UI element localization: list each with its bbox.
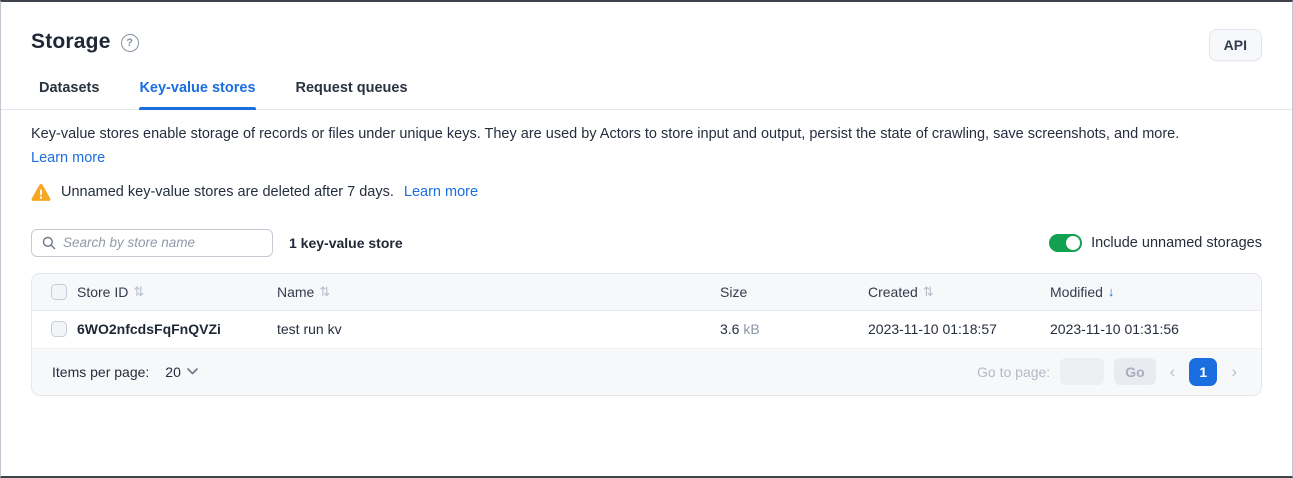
table-footer: Items per page: 20 Go to page: Go ‹ 1 › [32, 349, 1261, 395]
column-header-size: Size [720, 284, 868, 300]
prev-page-icon[interactable]: ‹ [1166, 362, 1180, 382]
api-button[interactable]: API [1209, 29, 1262, 61]
row-checkbox[interactable] [51, 321, 67, 337]
description-text: Key-value stores enable storage of recor… [31, 126, 1179, 142]
go-button[interactable]: Go [1114, 358, 1155, 385]
tab-request-queues[interactable]: Request queues [296, 80, 408, 109]
goto-page-input[interactable] [1060, 358, 1104, 385]
column-header-modified[interactable]: Modified ↓ [1050, 284, 1261, 300]
sort-desc-icon[interactable]: ↓ [1108, 284, 1115, 299]
description-learn-more-link[interactable]: Learn more [31, 147, 105, 169]
table-row[interactable]: 6WO2nfcdsFqFnQVZi test run kv 3.6 kB 202… [32, 311, 1261, 349]
toggle-knob [1066, 236, 1080, 250]
storage-page: Storage ? API Datasets Key-value stores … [0, 0, 1293, 478]
select-all-checkbox[interactable] [51, 284, 67, 300]
store-name: test run kv [277, 321, 720, 337]
page-1-button[interactable]: 1 [1189, 358, 1217, 386]
search-input[interactable] [63, 235, 262, 250]
sort-icon[interactable]: ⇅ [133, 284, 144, 300]
stores-table: Store ID ⇅ Name ⇅ Size Created ⇅ Modifie… [31, 273, 1262, 396]
store-size: 3.6 kB [720, 321, 868, 337]
tab-bar: Datasets Key-value stores Request queues [1, 54, 1292, 110]
toggle-label: Include unnamed storages [1091, 235, 1262, 251]
store-id-link[interactable]: 6WO2nfcdsFqFnQVZi [77, 321, 277, 337]
table-header-row: Store ID ⇅ Name ⇅ Size Created ⇅ Modifie… [32, 274, 1261, 311]
warning-learn-more-link[interactable]: Learn more [404, 184, 478, 200]
chevron-down-icon [187, 368, 198, 375]
column-header-created[interactable]: Created ⇅ [868, 284, 1050, 300]
toggle-switch-on[interactable] [1049, 234, 1082, 252]
column-header-name[interactable]: Name ⇅ [277, 284, 720, 300]
store-modified: 2023-11-10 01:31:56 [1050, 321, 1261, 337]
next-page-icon[interactable]: › [1227, 362, 1241, 382]
warning-text: Unnamed key-value stores are deleted aft… [61, 184, 394, 200]
warning-icon [31, 183, 51, 202]
page-title: Storage [31, 30, 111, 54]
description: Key-value stores enable storage of recor… [31, 123, 1262, 170]
pagination: Go to page: Go ‹ 1 › [977, 358, 1241, 386]
items-per-page-label: Items per page: [52, 364, 149, 380]
tab-datasets[interactable]: Datasets [39, 80, 99, 109]
include-unnamed-toggle-wrap[interactable]: Include unnamed storages [1049, 234, 1262, 252]
search-box[interactable] [31, 229, 273, 257]
warning-banner: Unnamed key-value stores are deleted aft… [31, 183, 1262, 202]
controls-row: 1 key-value store Include unnamed storag… [31, 229, 1262, 257]
goto-page-label: Go to page: [977, 364, 1050, 380]
store-count: 1 key-value store [289, 235, 403, 251]
column-header-store-id[interactable]: Store ID ⇅ [77, 284, 277, 300]
help-icon[interactable]: ? [121, 34, 139, 52]
tab-key-value-stores[interactable]: Key-value stores [139, 80, 255, 109]
search-icon [42, 236, 56, 250]
store-created: 2023-11-10 01:18:57 [868, 321, 1050, 337]
sort-icon[interactable]: ⇅ [319, 284, 330, 300]
items-per-page-select[interactable]: 20 [165, 364, 198, 380]
page-header: Storage ? [31, 2, 1262, 54]
sort-icon[interactable]: ⇅ [923, 284, 934, 300]
